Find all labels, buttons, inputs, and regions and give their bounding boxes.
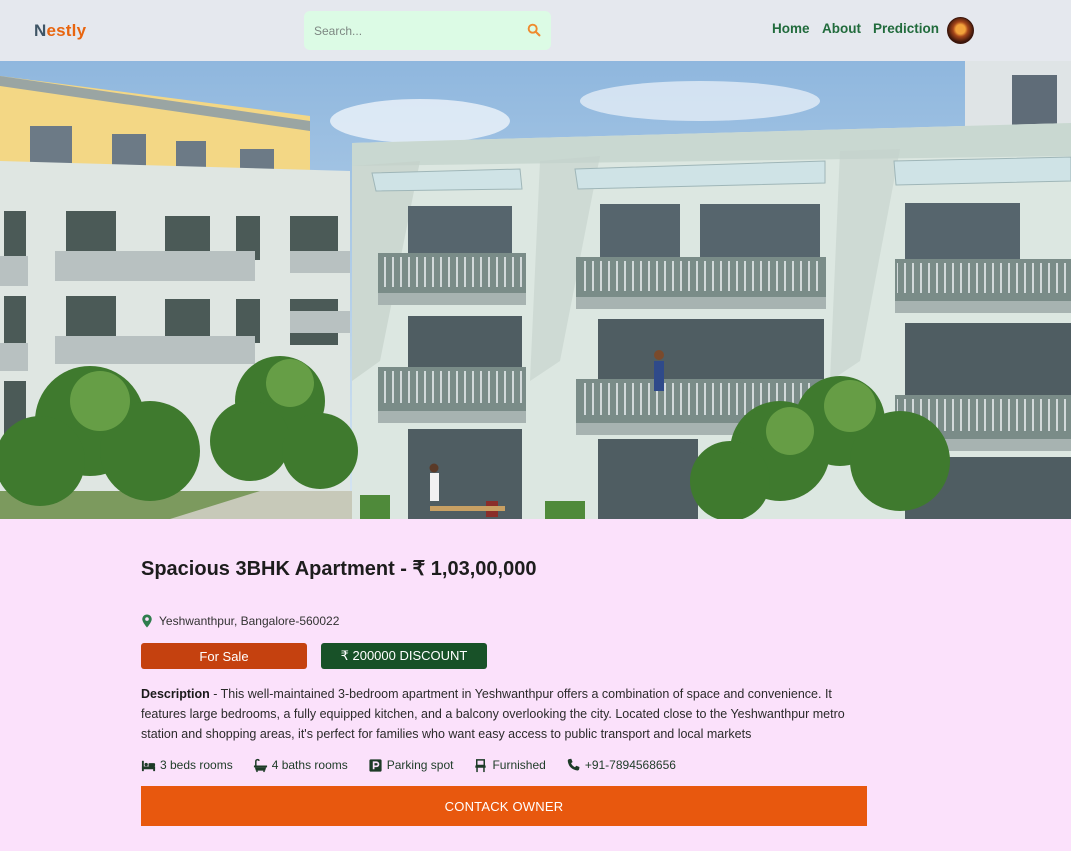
avatar[interactable] [947, 17, 974, 44]
top-navbar: Nestly Home About Prediction [0, 0, 1071, 61]
listing-title: Spacious 3BHK Apartment - ₹ 1,03,00,000 [141, 558, 537, 580]
phone-icon [567, 758, 580, 770]
discount-badge: ₹ 200000 DISCOUNT [321, 643, 487, 669]
feature-beds: 3 beds rooms [141, 758, 233, 773]
description-label: Description [141, 687, 210, 701]
search-icon[interactable] [527, 23, 541, 37]
nav-about-link[interactable]: About [822, 21, 861, 36]
location-text: Yeshwanthpur, Bangalore-560022 [159, 614, 340, 628]
bed-icon [141, 760, 156, 771]
for-sale-badge: For Sale [141, 643, 307, 669]
nav-prediction-link[interactable]: Prediction [873, 21, 939, 36]
feature-list: 3 beds rooms 4 baths rooms Parking spot … [141, 756, 696, 774]
description-text: - This well-maintained 3-bedroom apartme… [141, 687, 845, 741]
map-pin-icon [142, 614, 152, 628]
feature-parking: Parking spot [368, 758, 454, 773]
feature-phone[interactable]: +91-7894568656 [566, 758, 676, 773]
logo[interactable]: Nestly [34, 21, 86, 41]
search-bar [304, 11, 551, 50]
beds-label: 3 beds rooms [160, 758, 233, 772]
parking-label: Parking spot [386, 758, 454, 772]
contact-owner-button[interactable]: CONTACK OWNER [141, 786, 867, 826]
nav-home-link[interactable]: Home [772, 21, 810, 36]
phone-number[interactable]: +91-7894568656 [585, 758, 676, 772]
logo-text: estly [46, 21, 87, 40]
property-hero-image [0, 61, 1071, 519]
logo-initial: N [34, 21, 47, 40]
feature-furnished: Furnished [473, 758, 546, 773]
feature-baths: 4 baths rooms [253, 758, 348, 773]
search-input[interactable] [314, 11, 514, 50]
bath-icon [253, 758, 267, 772]
furnished-label: Furnished [492, 758, 546, 772]
chair-icon [475, 758, 487, 772]
baths-label: 4 baths rooms [271, 758, 348, 772]
parking-icon [369, 758, 382, 772]
listing-location: Yeshwanthpur, Bangalore-560022 [141, 614, 339, 628]
listing-description: Description - This well-maintained 3-bed… [141, 684, 869, 744]
